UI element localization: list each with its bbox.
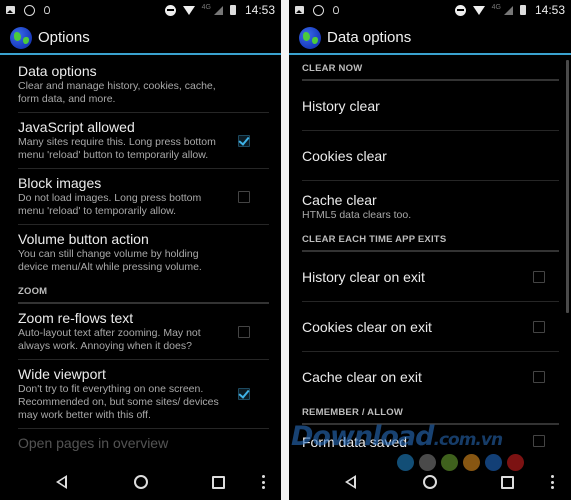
- globe-app-icon[interactable]: [299, 26, 321, 49]
- clock: 14:53: [244, 3, 275, 17]
- app-bar: Data options: [289, 22, 571, 55]
- wifi-icon: [472, 5, 485, 15]
- pref-title: Cache clear on exit: [302, 369, 422, 385]
- pref-title: History clear on exit: [302, 269, 425, 285]
- navigation-bar: [0, 464, 281, 500]
- form-data-saved-checkbox[interactable]: [533, 435, 545, 447]
- pref-title: History clear: [302, 98, 380, 114]
- pref-title: Cookies clear on exit: [302, 319, 432, 335]
- overflow-menu-icon[interactable]: [262, 475, 265, 489]
- lightbulb-notification-icon: [44, 6, 50, 14]
- pref-title: Zoom re-flows text: [18, 310, 134, 326]
- pref-cookies-clear-on-exit[interactable]: Cookies clear on exit: [302, 302, 559, 352]
- data-options-screen: 4G 14:53 Data options CLEAR NOW History …: [289, 0, 571, 500]
- pref-title: Wide viewport: [18, 366, 106, 382]
- image-notification-icon: [6, 6, 15, 14]
- battery-icon: [229, 5, 236, 15]
- globe-app-icon[interactable]: [10, 26, 32, 49]
- whatsapp-notification-icon: [24, 4, 35, 16]
- cell-signal-icon: [213, 5, 223, 15]
- pref-history-clear[interactable]: History clear: [302, 81, 559, 131]
- wifi-icon: [182, 5, 195, 15]
- recents-icon[interactable]: [212, 475, 225, 489]
- image-notification-icon: [295, 6, 304, 14]
- javascript-allowed-checkbox[interactable]: [238, 134, 250, 147]
- pref-title: Block images: [18, 175, 102, 191]
- pref-summary: Auto-layout text after zooming. May not …: [18, 327, 201, 352]
- section-header-clear-now: CLEAR NOW: [302, 57, 559, 81]
- scrollbar[interactable]: [566, 60, 569, 313]
- lightbulb-notification-icon: [333, 6, 339, 14]
- pref-block-images[interactable]: Block images Do not load images. Long pr…: [18, 169, 269, 225]
- cell-signal-icon: [503, 5, 513, 15]
- zoom-reflows-text-checkbox[interactable]: [238, 325, 250, 338]
- options-screen: 4G 14:53 Options Data options Clear and …: [0, 0, 281, 500]
- do-not-disturb-icon: [454, 4, 466, 16]
- pref-zoom-reflows-text[interactable]: Zoom re-flows text Auto-layout text afte…: [18, 304, 269, 360]
- pref-javascript-allowed[interactable]: JavaScript allowed Many sites require th…: [18, 113, 269, 169]
- pref-title: Cookies clear: [302, 148, 387, 164]
- back-icon[interactable]: [345, 475, 356, 489]
- navigation-bar: [289, 464, 571, 500]
- back-icon[interactable]: [56, 475, 67, 489]
- app-bar: Options: [0, 22, 281, 55]
- history-clear-on-exit-checkbox[interactable]: [533, 270, 545, 283]
- pref-title: Form data saved: [302, 434, 408, 450]
- pref-summary: Don't try to fit everything on one scree…: [18, 383, 219, 421]
- section-header-zoom: ZOOM: [18, 280, 269, 304]
- pref-open-pages-in-overview[interactable]: Open pages in overview: [18, 429, 269, 458]
- section-header-remember-allow: REMEMBER / ALLOW: [302, 401, 559, 425]
- network-type-label: 4G: [201, 3, 211, 11]
- home-icon[interactable]: [134, 475, 148, 489]
- pref-data-options[interactable]: Data options Clear and manage history, c…: [18, 57, 269, 113]
- pref-title: Data options: [18, 63, 97, 79]
- status-bar: 4G 14:53: [0, 0, 281, 20]
- pref-title: Cache clear: [302, 192, 377, 208]
- cookies-clear-on-exit-checkbox[interactable]: [533, 320, 545, 333]
- pref-summary: Do not load images. Long press bottom me…: [18, 192, 202, 217]
- network-type-label: 4G: [491, 3, 501, 11]
- pref-history-clear-on-exit[interactable]: History clear on exit: [302, 252, 559, 302]
- battery-icon: [519, 5, 526, 15]
- page-title: Options: [38, 29, 90, 46]
- pref-summary: Clear and manage history, cookies, cache…: [18, 80, 216, 105]
- recents-icon[interactable]: [501, 475, 514, 489]
- cache-clear-on-exit-checkbox[interactable]: [533, 370, 545, 383]
- clock: 14:53: [534, 3, 565, 17]
- section-header-clear-each-time: CLEAR EACH TIME APP EXITS: [302, 228, 559, 252]
- status-bar: 4G 14:53: [289, 0, 571, 20]
- whatsapp-notification-icon: [313, 4, 324, 16]
- options-list[interactable]: Data options Clear and manage history, c…: [0, 57, 281, 464]
- pref-form-data-saved[interactable]: Form data saved: [302, 425, 559, 464]
- pref-volume-button-action[interactable]: Volume button action You can still chang…: [18, 225, 269, 280]
- do-not-disturb-icon: [164, 4, 176, 16]
- pref-title: Open pages in overview: [18, 435, 169, 451]
- pref-wide-viewport[interactable]: Wide viewport Don't try to fit everythin…: [18, 360, 269, 429]
- pref-title: Volume button action: [18, 231, 149, 247]
- pref-summary: You can still change volume by holding d…: [18, 248, 202, 273]
- page-title: Data options: [327, 29, 412, 46]
- block-images-checkbox[interactable]: [238, 190, 250, 203]
- pref-cache-clear-on-exit[interactable]: Cache clear on exit: [302, 352, 559, 401]
- wide-viewport-checkbox[interactable]: [238, 388, 250, 400]
- pref-cache-clear[interactable]: Cache clear HTML5 data clears too.: [302, 181, 559, 228]
- pref-cookies-clear[interactable]: Cookies clear: [302, 131, 559, 181]
- data-options-list[interactable]: CLEAR NOW History clear Cookies clear Ca…: [289, 57, 571, 464]
- home-icon[interactable]: [423, 475, 437, 489]
- pref-title: JavaScript allowed: [18, 119, 135, 135]
- overflow-menu-icon[interactable]: [551, 475, 554, 489]
- pref-summary: Many sites require this. Long press bott…: [18, 136, 216, 161]
- pref-summary: HTML5 data clears too.: [302, 209, 412, 221]
